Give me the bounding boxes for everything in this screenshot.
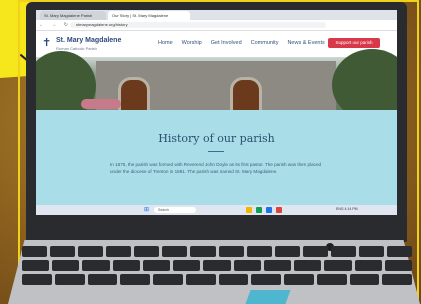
nav-community[interactable]: Community [251,40,279,46]
main-nav: Home Worship Get Involved Community News… [158,40,325,46]
store-icon[interactable] [256,207,262,213]
address-bar[interactable]: stmarymagdalene.org/history [70,22,326,28]
nav-get-involved[interactable]: Get Involved [211,40,242,46]
browser-tab-active[interactable]: Our Story | St. Mary Magdalene [108,11,190,20]
support-button[interactable]: Support our parish [328,38,380,48]
teal-object [245,290,291,304]
history-body: In 1875, the parish was formed with Reve… [110,162,322,174]
keyboard [22,246,413,288]
taskbar: ⊞ Search ENG 4:14 PM [36,205,397,215]
nav-arrows-icon[interactable]: ← → ↻ [39,22,71,28]
site-header: ✝ St. Mary Magdalene Roman Catholic Pari… [36,31,397,57]
taskbar-search[interactable]: Search [154,207,196,213]
nav-home[interactable]: Home [158,40,173,46]
browser-tab-strip: St. Mary Magdalene Parish Our Story | St… [36,10,397,20]
laptop-screen: St. Mary Magdalene Parish Our Story | St… [36,10,397,215]
laptop-bezel-bottom [28,218,405,240]
address-bar-row: ← → ↻ stmarymagdalene.org/history [36,20,397,31]
windows-start-icon[interactable]: ⊞ [144,207,150,213]
nav-worship[interactable]: Worship [182,40,202,46]
heading-divider [208,151,224,152]
browser-tab[interactable]: St. Mary Magdalene Parish [40,11,106,20]
history-heading: History of our parish [158,132,275,145]
file-explorer-icon[interactable] [246,207,252,213]
system-tray[interactable]: ENG 4:14 PM [336,207,358,211]
taskbar-apps [246,207,282,213]
chrome-icon[interactable] [276,207,282,213]
site-title[interactable]: St. Mary Magdalene [56,37,121,44]
edge-icon[interactable] [266,207,272,213]
cross-logo-icon[interactable]: ✝ [42,37,52,49]
nav-news-events[interactable]: News & Events [287,40,324,46]
